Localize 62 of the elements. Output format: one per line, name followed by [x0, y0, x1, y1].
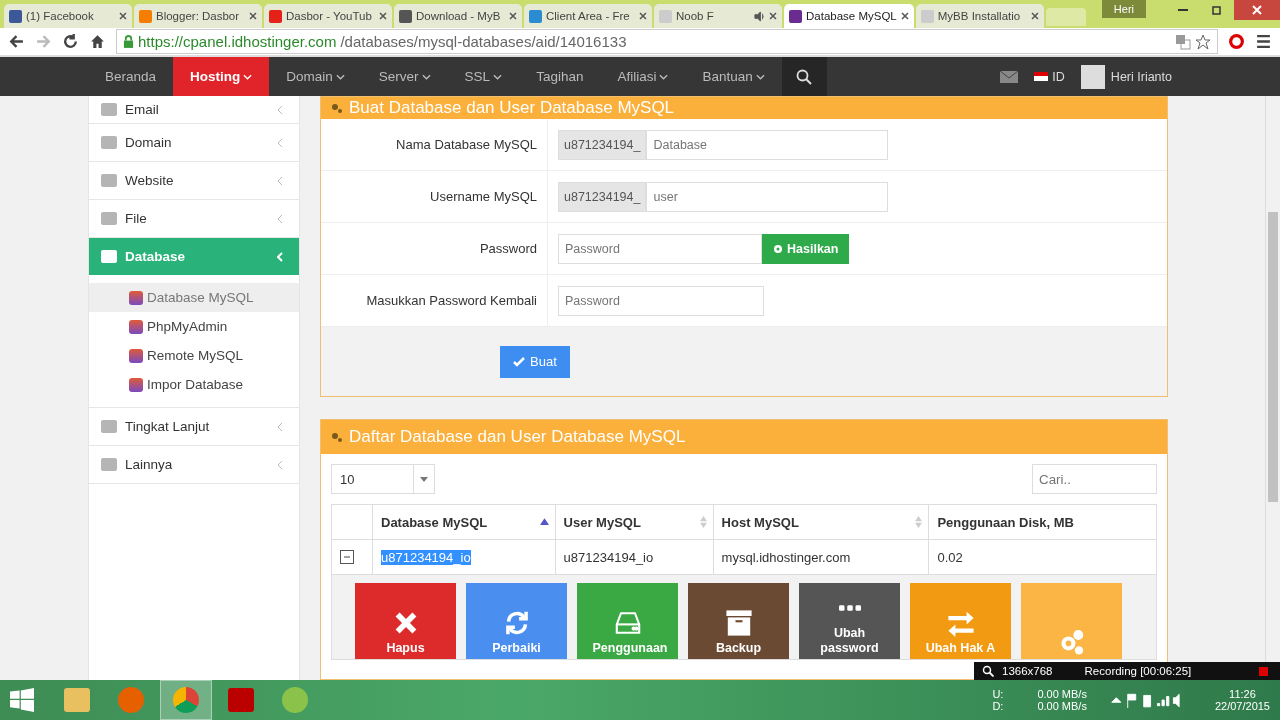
sidebar-item[interactable]: Domain: [89, 124, 299, 162]
column-header[interactable]: Penggunaan Disk, MB: [928, 504, 1157, 540]
panel-title: Buat Database dan User Database MySQL: [349, 98, 675, 118]
page-size-select[interactable]: 10: [331, 464, 435, 494]
nav-item[interactable]: Tagihan: [519, 57, 601, 96]
search-field[interactable]: Cari..: [1032, 464, 1157, 494]
nav-item[interactable]: Bantuan: [685, 57, 782, 96]
profile-badge[interactable]: Heri: [1101, 0, 1146, 18]
browser-tab[interactable]: Blogger: Dasbor: [134, 4, 262, 28]
resolution-label: 1366x768: [1002, 665, 1053, 677]
submenu-item[interactable]: Remote MySQL: [89, 341, 299, 370]
column-header[interactable]: Host MySQL: [713, 504, 929, 540]
sidebar-item[interactable]: Lainnya: [89, 446, 299, 484]
browser-tab[interactable]: (1) Facebook: [4, 4, 132, 28]
prefix-addon: u871234194_: [558, 129, 647, 160]
sidebar-item[interactable]: Tingkat Lanjut: [89, 408, 299, 446]
submenu-item[interactable]: Database MySQL: [89, 283, 299, 312]
table-cell: u871234194_io: [563, 549, 654, 565]
nav-item[interactable]: Domain: [269, 57, 362, 96]
submenu-item[interactable]: PhpMyAdmin: [89, 312, 299, 341]
table-cell: mysql.idhostinger.com: [721, 549, 851, 565]
browser-tab[interactable]: Database MySQL: [784, 4, 914, 28]
field-label: Password: [321, 223, 548, 274]
action-tile[interactable]: Backup: [688, 583, 789, 659]
field-label: Nama Database MySQL: [321, 119, 548, 170]
input-field[interactable]: Database: [646, 129, 889, 160]
net-label: D:: [992, 700, 1004, 712]
clock-time: 11:26: [1229, 688, 1256, 700]
password-field[interactable]: Password: [558, 285, 764, 316]
prefix-addon: u871234194_: [558, 181, 647, 212]
browser-tab[interactable]: Dasbor - YouTub: [264, 4, 392, 28]
table-cell: u871234194_io: [381, 549, 471, 565]
browser-tab[interactable]: MyBB Installatio: [915, 4, 1044, 28]
clock-date: 22/07/2015: [1214, 700, 1270, 712]
nav-item[interactable]: Server: [361, 57, 448, 96]
submenu-item[interactable]: Impor Database: [89, 370, 299, 399]
sidebar-item[interactable]: Email: [89, 96, 299, 124]
column-header[interactable]: Database MySQL: [372, 504, 556, 540]
net-speed: 0.00 MB/s: [1037, 700, 1087, 712]
nav-item[interactable]: Afiliasi: [600, 57, 686, 96]
action-tile[interactable]: Hapus: [355, 583, 456, 659]
nav-item[interactable]: Beranda: [88, 57, 174, 96]
sidebar-item[interactable]: Website: [89, 162, 299, 200]
language-dropdown[interactable]: ID: [1034, 69, 1065, 84]
field-label: Username MySQL: [321, 171, 548, 222]
table-cell: 0.02: [937, 549, 963, 565]
browser-tab[interactable]: Noob F: [654, 4, 782, 28]
password-field[interactable]: Password: [558, 233, 762, 264]
user-menu[interactable]: Heri Irianto: [1080, 64, 1172, 89]
address-bar[interactable]: https://cpanel.idhostinger.com /databases/mysql-databases/aid/14016133: [116, 29, 1218, 54]
input-field[interactable]: user: [646, 181, 889, 212]
recording-status: Recording [00:06:25]: [1084, 665, 1192, 677]
field-label: Masukkan Password Kembali: [321, 275, 548, 326]
net-speed: 0.00 MB/s: [1037, 688, 1087, 700]
browser-tab[interactable]: Download - MyB: [394, 4, 522, 28]
net-label: U:: [992, 688, 1004, 700]
column-header[interactable]: User MySQL: [555, 504, 714, 540]
action-tile[interactable]: Ubah password: [799, 583, 900, 659]
panel-title: Daftar Database dan User Database MySQL: [349, 427, 686, 447]
nav-item[interactable]: Hosting: [173, 57, 270, 96]
browser-tab[interactable]: Client Area - Fre: [524, 4, 652, 28]
nav-item[interactable]: SSL: [447, 57, 520, 96]
